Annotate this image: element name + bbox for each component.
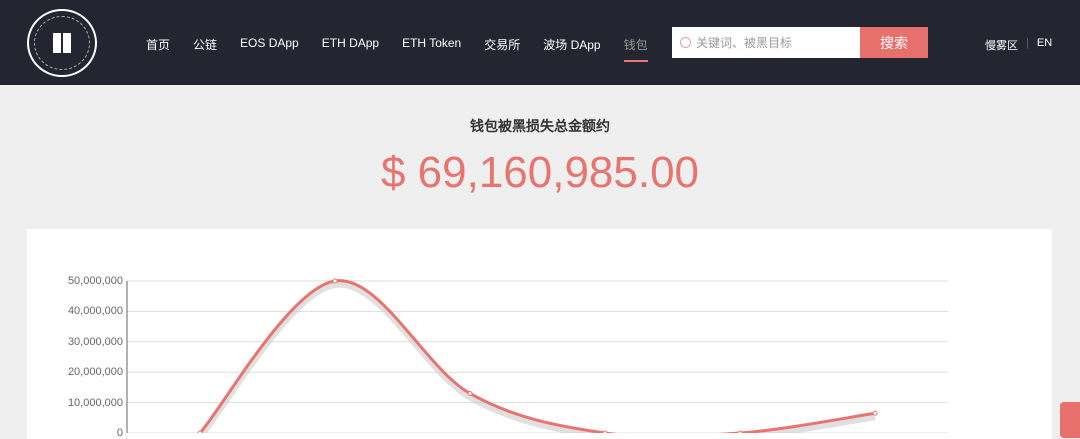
page-title: 钱包被黑损失总金额约 [470,118,610,134]
chart-card [27,229,1052,439]
search-icon [680,37,691,48]
divider: | [1026,37,1029,49]
y-tick-label: 0 [116,427,123,439]
y-tick-label: 20,000,000 [67,366,123,379]
y-tick-label: 50,000,000 [67,275,123,287]
nav-wallet[interactable]: 钱包 [623,36,648,62]
nav-home[interactable]: 首页 [146,36,170,53]
y-tick-label: 30,000,000 [67,335,123,348]
search-input[interactable]: 关键词、被黑目标 [672,27,860,58]
lang-en[interactable]: EN [1037,37,1052,53]
total-amount: $ 69,160,985.00 [380,148,700,197]
search-placeholder: 关键词、被黑目标 [696,36,793,50]
nav-eth-dapp[interactable]: ETH DApp [322,36,379,53]
y-tick-label: 10,000,000 [67,396,123,409]
logo[interactable] [27,9,97,77]
header: 首页 公链 EOS DApp ETH DApp ETH Token 交易所 波场… [0,0,1080,85]
nav-eth-token[interactable]: ETH Token [402,36,461,53]
lang-zh[interactable]: 慢雾区 [985,37,1018,53]
language-switch: 慢雾区 | EN [985,37,1052,53]
search-button[interactable]: 搜索 [860,27,928,58]
y-tick-label: 40,000,000 [67,305,123,318]
main-nav: 首页 公链 EOS DApp ETH DApp ETH Token 交易所 波场… [146,36,671,62]
nav-exchange[interactable]: 交易所 [484,36,520,53]
nav-chain[interactable]: 公链 [193,36,217,53]
nav-tron-dapp[interactable]: 波场 DApp [543,36,600,53]
nav-eos-dapp[interactable]: EOS DApp [240,36,299,53]
